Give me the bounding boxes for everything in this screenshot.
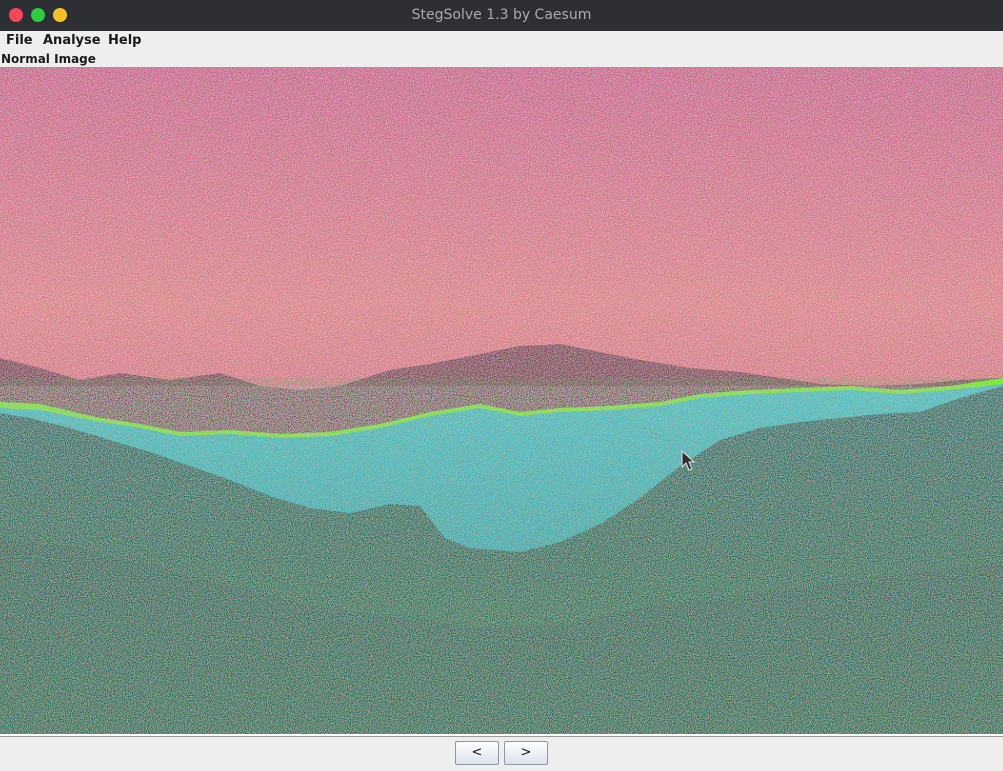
menu-bar: File Analyse Help xyxy=(0,31,1003,51)
menu-help[interactable]: Help xyxy=(108,32,141,50)
title-bar[interactable]: StegSolve 1.3 by Caesum xyxy=(0,0,1003,32)
image-mode-label: Normal Image xyxy=(1,52,96,66)
menu-analyse[interactable]: Analyse xyxy=(43,32,101,50)
mouse-pointer-icon xyxy=(681,450,696,471)
menu-file[interactable]: File xyxy=(6,32,33,50)
next-plane-button[interactable]: > xyxy=(504,741,548,765)
stegsolve-window: StegSolve 1.3 by Caesum File Analyse Hel… xyxy=(0,0,1003,771)
image-viewer[interactable] xyxy=(0,67,1003,737)
window-title: StegSolve 1.3 by Caesum xyxy=(411,7,592,23)
stego-image xyxy=(0,68,1003,734)
previous-plane-button[interactable]: < xyxy=(455,741,499,765)
